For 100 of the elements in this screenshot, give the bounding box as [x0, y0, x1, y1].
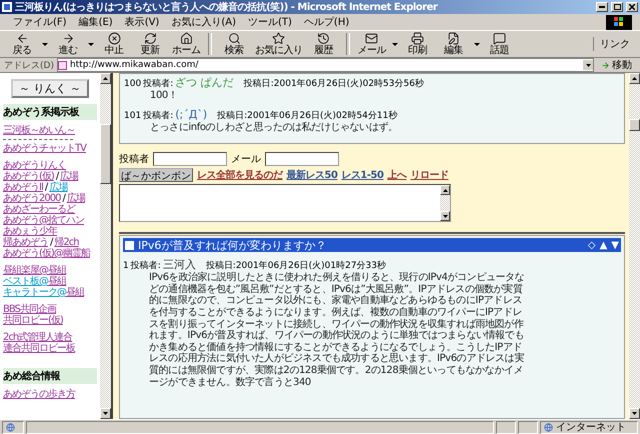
- toolbar-button[interactable]: 進む: [50, 32, 86, 56]
- caret-icon[interactable]: [88, 42, 94, 46]
- scroll-thumb[interactable]: [100, 124, 111, 184]
- thread-link[interactable]: 最新レス50: [286, 168, 338, 182]
- post-date: 投稿日:2001年06月26日(火)02時54分11秒: [217, 110, 398, 122]
- sidebar-link[interactable]: あめぞう@捨てハン: [3, 215, 84, 226]
- sidebar-link[interactable]: あめぞう(仮)@幽霊船: [3, 248, 90, 259]
- sidebar-link[interactable]: あめぞう2000: [3, 193, 60, 204]
- home-icon: [180, 32, 192, 45]
- page-icon: [2, 2, 12, 12]
- sidebar-link[interactable]: 昼組楽屋@: [3, 265, 48, 276]
- sidebar-link[interactable]: あめぞうの歩き方: [3, 389, 75, 400]
- author-name: 三河入: [162, 257, 196, 272]
- sidebar-link[interactable]: 昼組: [48, 276, 66, 287]
- name-label: 投稿者: [119, 152, 149, 166]
- scroll-thumb[interactable]: [629, 119, 640, 131]
- toolbar-button[interactable]: 更新: [132, 32, 168, 56]
- sidebar-link[interactable]: 三河板～めいん～: [3, 125, 75, 136]
- toolbar-button[interactable]: 履歴: [306, 32, 342, 56]
- sidebar-link[interactable]: あめぞうII: [3, 182, 43, 193]
- sidebar-link[interactable]: あめぇう少年: [3, 226, 57, 237]
- menu-item[interactable]: ヘルプ(H): [298, 15, 354, 29]
- up-arrow-icon: [632, 77, 637, 80]
- thread-link[interactable]: レス全部を見るのだ: [197, 168, 282, 182]
- menu-item[interactable]: ツール(T): [243, 15, 297, 29]
- address-label: アドレス(D): [4, 60, 54, 72]
- post-body: 100！: [149, 90, 178, 102]
- sidebar-link[interactable]: あめざーわーるど: [3, 204, 75, 215]
- close-button[interactable]: [626, 2, 638, 12]
- links-button[interactable]: ～ りんく ～: [11, 79, 89, 98]
- sidebar-link[interactable]: 帰2ch: [54, 237, 79, 248]
- window-title: 三河板りん(はっきりはつまらないと言う人への嫌音の括抗(笑)) - Microsoft Internet Explorer: [15, 0, 439, 14]
- up-arrow-icon: [442, 188, 448, 192]
- toolbar-button[interactable]: 戻る: [4, 32, 40, 56]
- sidebar-link[interactable]: ベスト板@: [3, 276, 48, 287]
- mail-field[interactable]: [265, 152, 339, 166]
- sidebar-link[interactable]: あめぞうチャットTV: [3, 143, 86, 154]
- down-arrow-icon: [586, 64, 590, 66]
- toolbar-button[interactable]: 検索: [216, 32, 252, 56]
- go-button[interactable]: 移動: [597, 58, 636, 72]
- sidebar-link[interactable]: 共同ロビー(仮): [3, 315, 63, 326]
- post-date: 投稿日:2001年06月26日(火)01時27分33秒: [206, 260, 386, 272]
- menu-item[interactable]: ファイル(F): [8, 15, 72, 29]
- sidebar-link[interactable]: 広場: [66, 193, 85, 204]
- sidebar-link[interactable]: 昼組: [48, 265, 66, 276]
- toolbar-button[interactable]: ホーム: [168, 32, 204, 56]
- status-cell: [518, 420, 538, 434]
- toolbar-button[interactable]: 話題: [482, 32, 518, 56]
- down-arrow-icon: [632, 412, 637, 415]
- sidebar-link[interactable]: 2ch式管理人連合: [3, 332, 72, 343]
- back-arrow-icon: [16, 32, 28, 45]
- arrow-icon: [601, 60, 610, 70]
- separator-text: /: [56, 171, 58, 182]
- menu-item[interactable]: 編集(E): [74, 15, 118, 29]
- post-number: 1: [123, 261, 129, 272]
- dropdown-button[interactable]: [583, 60, 593, 70]
- sidebar-link[interactable]: あめぞうりんく: [3, 160, 66, 171]
- caret-icon[interactable]: [474, 42, 480, 46]
- section-heading: あめ総合情報: [3, 368, 97, 384]
- caret-icon[interactable]: [42, 42, 48, 46]
- maximize-button[interactable]: [611, 2, 623, 12]
- toolbar-button[interactable]: 中止: [96, 32, 132, 56]
- sidebar-link[interactable]: 広場: [60, 171, 78, 182]
- links-label[interactable]: リンク: [593, 37, 636, 51]
- close-icon: [629, 4, 635, 10]
- sidebar-link[interactable]: 帰あめぞう: [3, 237, 48, 248]
- nav-link[interactable]: ◇: [588, 240, 596, 251]
- sidebar-link[interactable]: あめぞう(仮): [3, 171, 54, 182]
- thread-link[interactable]: 上へ: [387, 168, 406, 182]
- message-field[interactable]: [119, 184, 451, 222]
- maximize-icon: [614, 4, 620, 10]
- status-cell: [496, 420, 516, 434]
- minimize-button[interactable]: [596, 2, 608, 12]
- edit-icon: [447, 32, 460, 45]
- windows-logo-icon: [606, 14, 632, 30]
- thread-link[interactable]: リロード: [410, 168, 448, 182]
- toolbar-button[interactable]: 編集: [436, 32, 472, 56]
- nav-link[interactable]: ▲: [600, 240, 608, 251]
- thread-link[interactable]: レス1-50: [341, 168, 384, 182]
- up-arrow-icon: [103, 77, 108, 80]
- sidebar-link[interactable]: 連合共同ロビー板: [3, 343, 75, 354]
- scrollbar[interactable]: [629, 73, 640, 419]
- sidebar-link[interactable]: BBS共同企画: [3, 304, 56, 315]
- post-body: IPv6を政治家に説明したときに使われた例えを借りると、現行のIPv4がコンピュータなどの通信機器を包む”風呂敷”だとすると、IPv6は”大風呂敷”。IPアドレスの個数が実質的に無限なので、コンピュータ以外にも、家電や自動車などあらゆるものにIPアドレスを付与することができるようになります。例えば、複数の自動車のワイパーにIPアドレスを割り振ってインターネットに接続し、ワイパーの動作状況を収集すれば雨地図が作れます。IPv6が普及すれば、ワイパーの動作状況のように単独ではつまらない情報でもかき集めると価値を持つ情報にすることができるようになるでしょう。こうしたIPアドレスの応用方法に気付いた人がビジネスでも成功すると思います。IPv6のアドレスは実質的には無限個ですが、実際は2の128乗個です。2の128乗個といってもなかなかイメージができません。数字で言うと340: [148, 272, 526, 388]
- caret-icon[interactable]: [392, 42, 398, 46]
- toolbar-button[interactable]: メール: [354, 32, 390, 56]
- name-field[interactable]: [153, 152, 227, 166]
- sidebar-link[interactable]: 昼組: [66, 287, 84, 298]
- nav-link[interactable]: ▼: [611, 240, 619, 251]
- author-name: (;´Д`): [175, 108, 208, 121]
- toolbar-button[interactable]: 印刷: [400, 32, 436, 56]
- separator-text: /: [44, 182, 48, 193]
- address-field[interactable]: http://www.mikawaban.com/: [56, 58, 594, 72]
- menu-item[interactable]: 表示(V): [120, 15, 164, 29]
- mail-label: メール: [231, 153, 261, 166]
- toolbar-button[interactable]: お気に入り: [252, 32, 306, 56]
- menu-item[interactable]: お気に入り(A): [166, 15, 241, 29]
- scrollbar[interactable]: [100, 73, 111, 419]
- submit-button[interactable]: ば～かボンボン: [119, 168, 193, 182]
- zone-label: インターネット: [556, 421, 626, 434]
